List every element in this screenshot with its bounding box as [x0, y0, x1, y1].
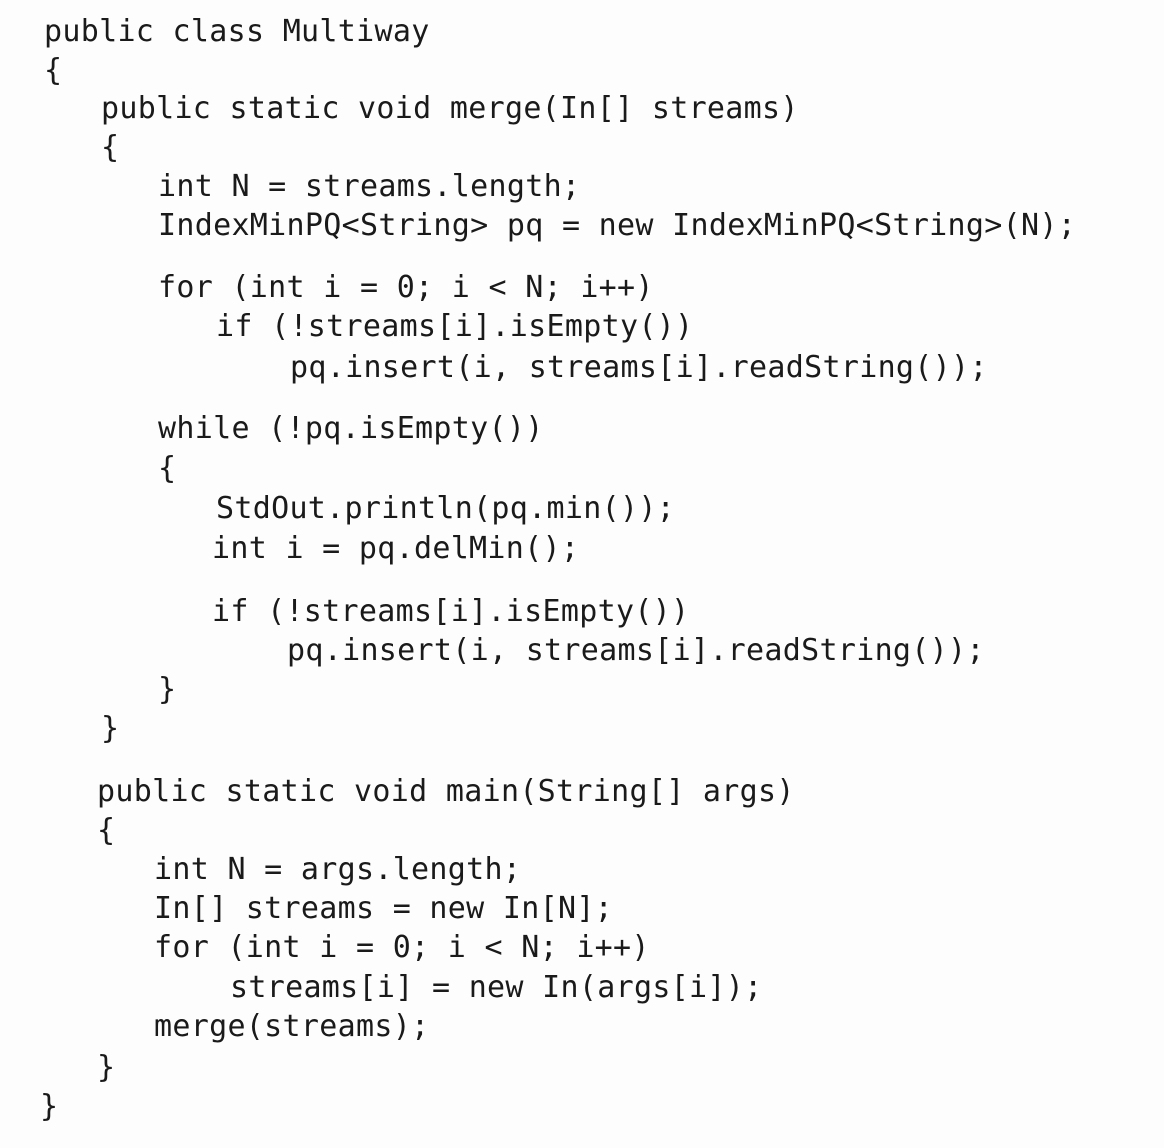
code-line: public static void main(String[] args) [97, 774, 795, 809]
code-line: public class Multiway [44, 14, 430, 49]
code-line: In[] streams = new In[N]; [154, 891, 614, 926]
page: public class Multiway { public static vo… [0, 0, 1164, 1148]
code-line: merge(streams); [154, 1009, 430, 1044]
code-line: { [158, 451, 177, 486]
code-line: { [97, 813, 116, 848]
code-line: int N = streams.length; [158, 169, 581, 204]
code-line: public static void merge(In[] streams) [101, 91, 799, 126]
code-line: if (!streams[i].isEmpty()) [212, 594, 690, 629]
code-line: } [158, 672, 177, 707]
code-line: pq.insert(i, streams[i].readString()); [287, 633, 985, 668]
code-line: int N = args.length; [154, 852, 522, 887]
code-line: { [44, 53, 63, 88]
code-line: } [101, 711, 120, 746]
code-line: } [97, 1050, 116, 1085]
code-line: { [101, 130, 120, 165]
code-line: streams[i] = new In(args[i]); [230, 970, 763, 1005]
code-line: } [40, 1089, 59, 1124]
code-line: IndexMinPQ<String> pq = new IndexMinPQ<S… [158, 208, 1077, 243]
code-line: StdOut.println(pq.min()); [216, 491, 676, 526]
code-listing: public class Multiway { public static vo… [0, 0, 1164, 1148]
code-line: for (int i = 0; i < N; i++) [154, 930, 650, 965]
code-line: while (!pq.isEmpty()) [158, 411, 544, 446]
code-line: int i = pq.delMin(); [212, 531, 580, 566]
code-line: if (!streams[i].isEmpty()) [216, 309, 694, 344]
code-line: for (int i = 0; i < N; i++) [158, 270, 654, 305]
code-line: pq.insert(i, streams[i].readString()); [290, 350, 988, 385]
